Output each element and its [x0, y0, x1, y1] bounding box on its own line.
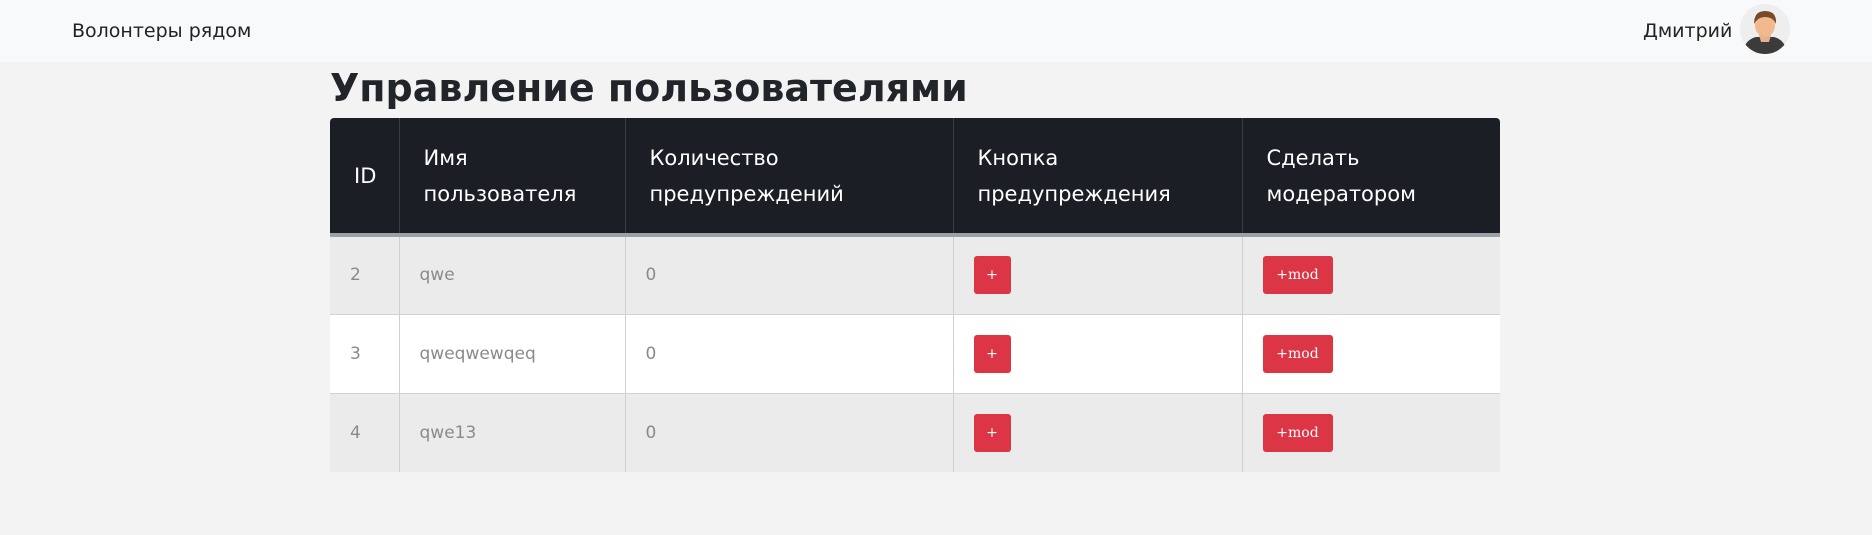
column-header-warnings: Количество предупреждений [625, 118, 954, 237]
cell-warnings: 0 [625, 314, 954, 394]
users-table: ID Имя пользователя Количество предупреж… [330, 118, 1500, 472]
add-warning-button[interactable]: + [973, 413, 1011, 452]
make-moderator-button[interactable]: +mod [1262, 413, 1333, 452]
avatar-image [1740, 4, 1790, 54]
cell-mod-action: +mod [1242, 314, 1500, 394]
cell-username: qwe13 [399, 393, 626, 472]
cell-id: 4 [330, 393, 400, 472]
cell-username: qweqwewqeq [399, 314, 626, 394]
cell-id: 3 [330, 314, 400, 394]
table-row: 2 qwe 0 + +mod [330, 235, 1500, 315]
column-header-warn-button: Кнопка предупреждения [953, 118, 1243, 237]
table-row: 3 qweqwewqeq 0 + +mod [330, 314, 1500, 394]
user-name[interactable]: Дмитрий [1643, 19, 1732, 43]
table-header-row: ID Имя пользователя Количество предупреж… [330, 118, 1500, 237]
cell-mod-action: +mod [1242, 235, 1500, 315]
user-avatar-icon[interactable] [1740, 4, 1790, 54]
cell-mod-action: +mod [1242, 393, 1500, 472]
make-moderator-button[interactable]: +mod [1262, 256, 1333, 295]
make-moderator-button[interactable]: +mod [1262, 334, 1333, 373]
add-warning-button[interactable]: + [973, 256, 1011, 295]
add-warning-button[interactable]: + [973, 334, 1011, 373]
cell-warnings: 0 [625, 235, 954, 315]
column-header-id: ID [330, 118, 400, 237]
cell-warn-action: + [953, 393, 1243, 472]
cell-warn-action: + [953, 235, 1243, 315]
brand-link[interactable]: Волонтеры рядом [72, 19, 251, 43]
cell-warnings: 0 [625, 393, 954, 472]
navbar: Волонтеры рядом Дмитрий [0, 0, 1872, 62]
page-title: Управление пользователями [330, 66, 968, 110]
column-header-make-moderator: Сделать модератором [1242, 118, 1500, 237]
cell-id: 2 [330, 235, 400, 315]
cell-username: qwe [399, 235, 626, 315]
cell-warn-action: + [953, 314, 1243, 394]
table-row: 4 qwe13 0 + +mod [330, 393, 1500, 472]
column-header-username: Имя пользователя [399, 118, 626, 237]
